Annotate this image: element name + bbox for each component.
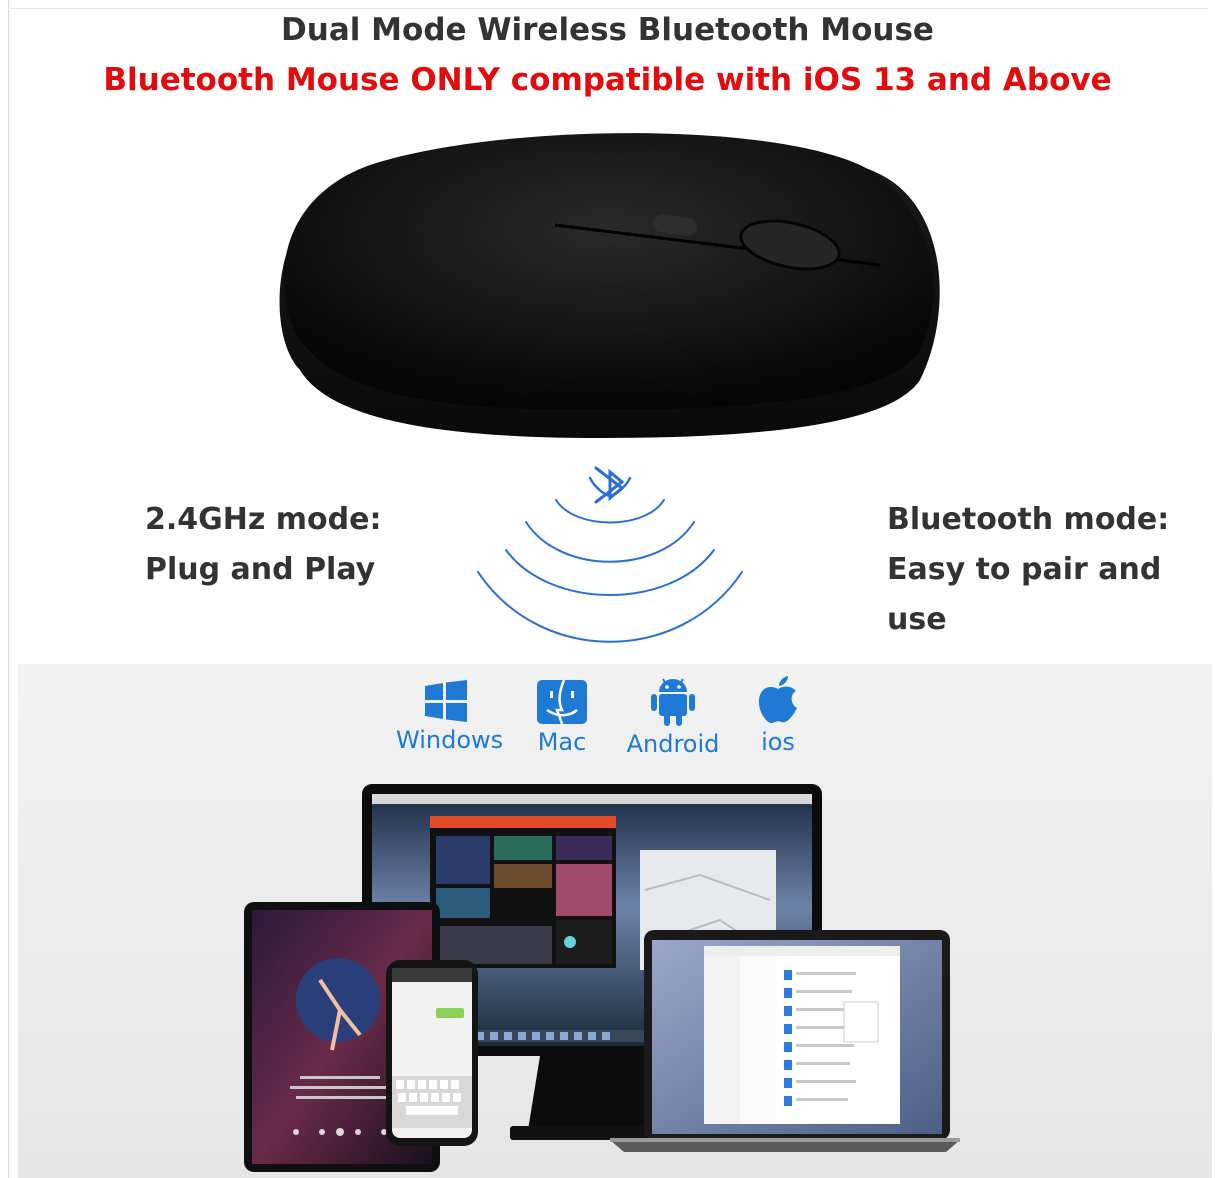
smartphone bbox=[386, 960, 478, 1146]
mouse-image bbox=[279, 133, 940, 438]
frame-border-left bbox=[8, 0, 9, 1178]
laptop bbox=[610, 930, 960, 1152]
os-android: Android bbox=[626, 676, 720, 758]
android-icon bbox=[651, 678, 695, 726]
os-windows: Windows bbox=[396, 680, 504, 754]
os-mac: Mac bbox=[522, 679, 602, 756]
os-label-ios: ios bbox=[761, 728, 795, 756]
windows-icon bbox=[425, 680, 467, 722]
os-ios: ios bbox=[746, 676, 810, 756]
os-label-android: Android bbox=[626, 730, 720, 758]
devices-image bbox=[244, 784, 960, 1172]
bluetooth-signal-icon bbox=[477, 466, 743, 643]
os-label-mac: Mac bbox=[537, 728, 587, 756]
compatibility-notice: Bluetooth Mouse ONLY compatible with iOS… bbox=[103, 62, 1112, 98]
mode-bluetooth-title: Bluetooth mode: bbox=[887, 502, 1170, 537]
mac-finder-icon bbox=[537, 679, 587, 725]
mode-2-4ghz-desc: Plug and Play bbox=[145, 552, 376, 587]
mode-2-4ghz-title: 2.4GHz mode: bbox=[145, 502, 382, 537]
os-label-windows: Windows bbox=[396, 726, 504, 754]
mode-bluetooth: Bluetooth mode: Easy to pair and use bbox=[887, 495, 1215, 645]
product-title: Dual Mode Wireless Bluetooth Mouse bbox=[281, 12, 934, 48]
frame-border-top bbox=[8, 8, 1208, 9]
mode-bluetooth-desc: Easy to pair and use bbox=[887, 552, 1162, 637]
apple-icon bbox=[758, 676, 797, 724]
mode-2-4ghz: 2.4GHz mode: Plug and Play bbox=[145, 495, 381, 595]
